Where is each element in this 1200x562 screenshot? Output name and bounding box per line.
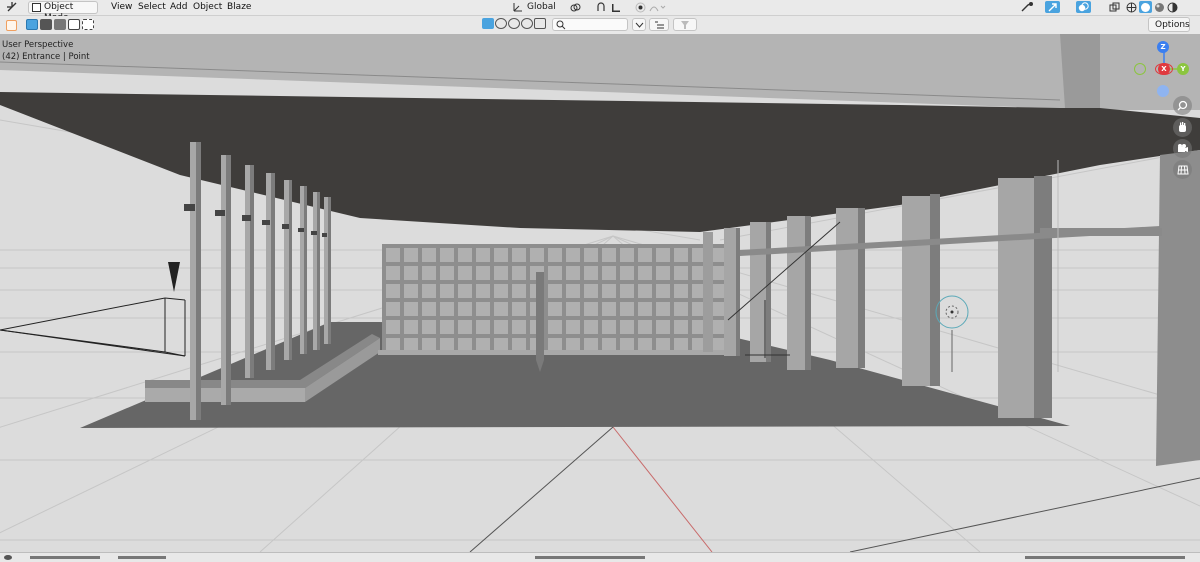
filter-mesh-icon[interactable] [482, 18, 494, 29]
proportional-edit-button[interactable] [634, 1, 646, 13]
editor-type-icon [7, 2, 17, 12]
filter-light-icon[interactable] [495, 18, 507, 29]
camera-view-button[interactable] [1173, 139, 1192, 158]
mode-dropdown[interactable]: Object Mode [28, 1, 98, 23]
shading-solid-button[interactable] [1139, 1, 1152, 13]
scene-render [0, 34, 1200, 552]
filter-empty-icon[interactable] [521, 18, 533, 29]
orientation-label: Global [527, 2, 556, 12]
mouse-icon [4, 555, 12, 560]
options-button[interactable]: Options [1148, 17, 1190, 32]
snap-button[interactable] [594, 1, 608, 13]
search-icon [556, 20, 566, 30]
hand-icon [1179, 122, 1186, 132]
gizmo-icon [1048, 2, 1057, 11]
shading-wireframe-icon [1126, 2, 1137, 12]
falloff-icon [649, 5, 666, 11]
object-type-filter [482, 18, 550, 31]
shading-solid-icon [1141, 2, 1150, 12]
proportional-falloff-dropdown[interactable] [648, 1, 668, 13]
filter-camera-icon[interactable] [508, 18, 520, 29]
transform-orientation-dropdown[interactable]: Global [510, 1, 560, 14]
tool-settings-icon [5, 19, 17, 31]
filter-dropdown[interactable] [632, 18, 646, 31]
overlay-icon [1078, 1, 1089, 11]
transform-orientation-icon [513, 3, 522, 12]
menu-view[interactable]: View [111, 1, 132, 14]
search-field[interactable] [552, 18, 628, 31]
gizmo-z-axis[interactable]: Z [1157, 41, 1169, 53]
xray-icon [1109, 2, 1120, 11]
tool-header: Options [0, 16, 1200, 34]
shelving-wall [378, 244, 730, 355]
zoom-icon [1177, 100, 1188, 111]
viewport-header: Object Mode View Select Add Object Blaze… [0, 0, 1200, 23]
perspective-label: User Perspective [2, 40, 74, 50]
options-label: Options [1155, 20, 1190, 30]
status-hint-2 [118, 556, 166, 559]
snap-target-icon [612, 3, 620, 12]
shading-rendered-icon [1167, 2, 1178, 12]
3d-viewport[interactable]: User Perspective (42) Entrance | Point Z… [0, 34, 1200, 552]
chevron-down-icon [635, 22, 644, 28]
proportional-edit-icon [635, 2, 645, 12]
gizmo-toggle[interactable] [1045, 1, 1060, 13]
status-hint-3 [535, 556, 645, 559]
select-box-icon[interactable] [26, 19, 38, 30]
status-stats [1025, 556, 1185, 559]
select-extend-icon[interactable] [40, 19, 52, 30]
gizmo-neg-y-axis[interactable] [1134, 63, 1146, 75]
tool-settings-button[interactable] [4, 19, 18, 31]
camera-icon [1177, 144, 1188, 152]
editor-type-button[interactable] [4, 1, 20, 13]
pan-button[interactable] [1173, 118, 1192, 137]
snap-target-dropdown[interactable] [608, 1, 628, 13]
shading-material-icon [1155, 2, 1164, 12]
zoom-button[interactable] [1173, 96, 1192, 115]
navigation-gizmo[interactable]: Z Y X [1130, 36, 1196, 102]
funnel-icon [681, 21, 689, 29]
object-mode-icon [32, 3, 41, 12]
select-intersect-icon[interactable] [82, 19, 94, 30]
menu-add[interactable]: Add [170, 1, 187, 14]
xray-toggle[interactable] [1108, 1, 1121, 13]
gizmo-y-axis[interactable]: Y [1177, 63, 1189, 75]
sort-button[interactable] [649, 18, 669, 31]
active-object-label: (42) Entrance | Point [2, 52, 90, 62]
menu-blaze[interactable]: Blaze [227, 1, 251, 14]
center-pole [536, 272, 544, 372]
select-subtract-icon[interactable] [54, 19, 66, 30]
status-hint-1 [30, 556, 100, 559]
snap-icon [596, 1, 605, 11]
visibility-button[interactable] [1019, 1, 1035, 13]
funnel-filter-button[interactable] [673, 18, 697, 31]
ortho-toggle-button[interactable] [1173, 160, 1192, 179]
filter-other-icon[interactable] [534, 18, 546, 29]
pivot-button[interactable] [568, 1, 582, 13]
grid-icon [1176, 165, 1189, 174]
menu-object[interactable]: Object [193, 1, 222, 14]
select-mode-group [24, 17, 94, 32]
shading-material-button[interactable] [1153, 1, 1166, 13]
link-icon [570, 3, 580, 11]
shading-wireframe-button[interactable] [1125, 1, 1138, 13]
visibility-icon [1021, 2, 1033, 12]
menu-select[interactable]: Select [138, 1, 166, 14]
gizmo-neg-x-axis[interactable] [1155, 63, 1173, 75]
overlay-toggle[interactable] [1076, 1, 1091, 13]
list-icon [655, 21, 664, 29]
select-invert-icon[interactable] [68, 19, 80, 30]
gizmo-neg-z-axis[interactable] [1157, 85, 1169, 97]
shading-rendered-button[interactable] [1166, 1, 1179, 13]
